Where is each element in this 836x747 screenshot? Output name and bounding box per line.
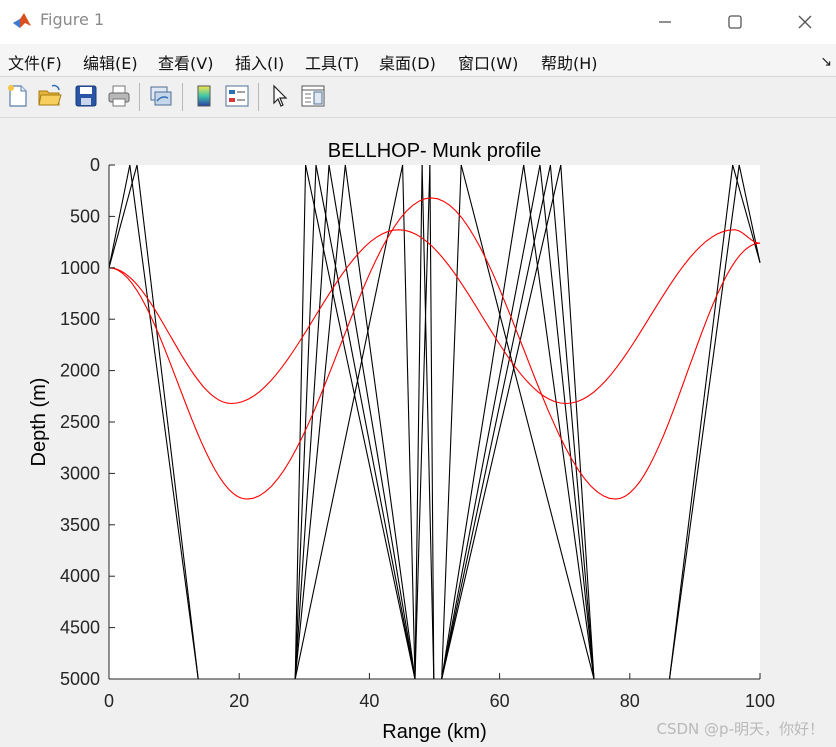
menu-insert[interactable]: 插入(I): [235, 50, 284, 74]
x-tick-label: 80: [620, 691, 640, 711]
matlab-logo-icon: [12, 11, 32, 31]
menu-edit[interactable]: 编辑(E): [83, 50, 138, 74]
y-tick-label: 5000: [60, 669, 100, 689]
open-file-icon[interactable]: [37, 83, 63, 109]
toolbar-separator: [182, 83, 183, 111]
figure-toolbar: [0, 77, 836, 118]
y-tick-label: 3000: [60, 463, 100, 483]
maximize-button[interactable]: [718, 8, 752, 36]
menu-help[interactable]: 帮助(H): [541, 50, 598, 74]
menu-desktop[interactable]: 桌面(D): [379, 50, 436, 74]
window-titlebar: Figure 1: [0, 0, 836, 44]
y-axis-label: Depth (m): [28, 378, 50, 467]
colorbar-icon[interactable]: [191, 83, 217, 109]
y-tick-label: 500: [70, 206, 100, 226]
x-tick-label: 40: [359, 691, 379, 711]
menu-dock-arrow-icon[interactable]: ↘: [820, 54, 832, 70]
close-button[interactable]: [788, 8, 822, 36]
y-tick-label: 2000: [60, 361, 100, 381]
x-tick-label: 100: [745, 691, 775, 711]
window-title: Figure 1: [40, 10, 105, 29]
y-tick-label: 4000: [60, 566, 100, 586]
y-tick-label: 2500: [60, 412, 100, 432]
x-tick-label: 0: [104, 691, 114, 711]
toolbar-separator: [139, 83, 140, 111]
y-tick-label: 0: [90, 155, 100, 175]
ray-trace-plot[interactable]: 0 20 40 60 80 100 0 500 1000 1500 2000 2500 3000 350…: [0, 118, 836, 747]
menu-window[interactable]: 窗口(W): [458, 50, 518, 74]
x-tick-label: 20: [229, 691, 249, 711]
y-axis-ticks: 0 500 1000 1500 2000 2500 3000 3500 4000 4500 5000: [60, 155, 115, 689]
property-inspector-icon[interactable]: [300, 83, 326, 109]
pointer-arrow-icon[interactable]: [267, 83, 293, 109]
menu-file[interactable]: 文件(F): [8, 50, 62, 74]
y-tick-label: 1000: [60, 258, 100, 278]
x-tick-label: 60: [490, 691, 510, 711]
watermark-text: CSDN @p-明天，你好！: [656, 720, 824, 738]
y-tick-label: 1500: [60, 309, 100, 329]
save-icon[interactable]: [73, 83, 99, 109]
y-tick-label: 4500: [60, 618, 100, 638]
toolbar-separator: [258, 83, 259, 111]
axes-background: [109, 165, 760, 679]
menu-tools[interactable]: 工具(T): [305, 50, 359, 74]
menu-view[interactable]: 查看(V): [158, 50, 213, 74]
print-icon[interactable]: [106, 83, 132, 109]
menu-bar: 文件(F) 编辑(E) 查看(V) 插入(I) 工具(T) 桌面(D) 窗口(W…: [0, 44, 836, 77]
x-axis-label: Range (km): [382, 721, 486, 743]
link-plot-icon[interactable]: [148, 83, 174, 109]
y-tick-label: 3500: [60, 515, 100, 535]
chart-title: BELLHOP- Munk profile: [328, 140, 541, 162]
legend-icon[interactable]: [224, 83, 250, 109]
new-figure-icon[interactable]: [5, 83, 31, 109]
minimize-button[interactable]: [648, 8, 682, 36]
